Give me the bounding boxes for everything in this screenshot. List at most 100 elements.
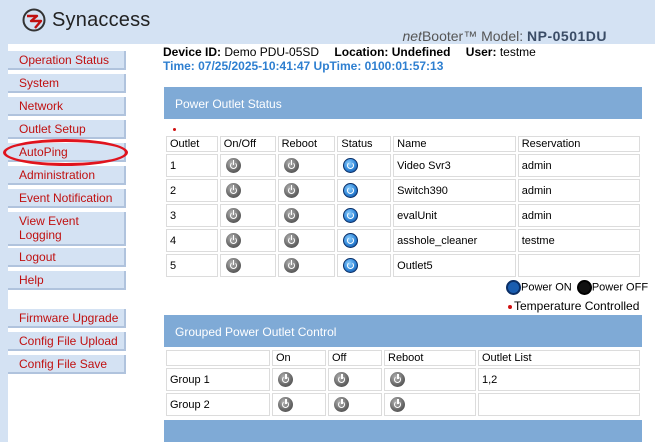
- table-row: 2 Switch390 admin: [166, 179, 640, 202]
- power-icon[interactable]: [283, 258, 299, 273]
- outlet-number: 5: [166, 254, 218, 277]
- grouped-control-title: Grouped Power Outlet Control: [164, 315, 642, 347]
- sidebar-item-system[interactable]: System: [8, 74, 126, 93]
- temperature-note: Temperature Controlled: [508, 299, 639, 313]
- col-header-reboot: Reboot: [277, 136, 336, 152]
- sidebar-item-config-file-upload[interactable]: Config File Upload: [8, 332, 126, 351]
- outlet-name: Video Svr3: [393, 154, 516, 177]
- power-icon[interactable]: [283, 183, 299, 198]
- col-header-on: On: [272, 350, 326, 366]
- power-icon[interactable]: [334, 372, 349, 387]
- sidebar-item-view-event-logging[interactable]: View Event Logging: [8, 212, 126, 246]
- onoff-cell: [219, 154, 276, 177]
- power-icon[interactable]: [283, 208, 299, 223]
- sidebar-item-operation-status[interactable]: Operation Status: [8, 51, 126, 70]
- col-header-outlet-list: Outlet List: [478, 350, 640, 366]
- status-on-icon: [343, 183, 359, 198]
- power-icon[interactable]: [278, 372, 293, 387]
- outlet-number: 2: [166, 179, 218, 202]
- outlet-status-table: Outlet On/Off Reboot Status Name Reserva…: [164, 134, 642, 279]
- reboot-cell: [277, 254, 336, 277]
- onoff-cell: [219, 229, 276, 252]
- sidebar-item-help[interactable]: Help: [8, 271, 126, 290]
- onoff-cell: [219, 179, 276, 202]
- status-on-icon: [343, 258, 359, 273]
- group-outlet-list: 1,2: [478, 368, 640, 391]
- power-on-legend-icon: [506, 280, 521, 295]
- onoff-cell: [219, 204, 276, 227]
- red-marker-dot: [173, 128, 176, 131]
- group-name: Group 1: [166, 368, 270, 391]
- temperature-dot-icon: [508, 304, 512, 309]
- power-off-legend-icon: [576, 280, 592, 295]
- power-icon[interactable]: [225, 183, 241, 198]
- col-header-reboot: Reboot: [384, 350, 476, 366]
- outlet-number: 1: [166, 154, 218, 177]
- group-outlet-list: [478, 393, 640, 416]
- power-icon[interactable]: [225, 158, 241, 173]
- outlet-name: asshole_cleaner: [393, 229, 516, 252]
- synaccess-logo-icon: [22, 8, 46, 32]
- model-label: Model:: [477, 28, 528, 44]
- table-row: 3 evalUnit admin: [166, 204, 640, 227]
- device-id-label: Device ID:: [163, 45, 222, 59]
- device-id-value: Demo PDU-05SD: [224, 45, 320, 59]
- power-off-legend-label: Power OFF: [591, 281, 649, 294]
- outlet-name: Switch390: [393, 179, 516, 202]
- col-header-group: [166, 350, 270, 366]
- outlet-reservation: admin: [517, 154, 640, 177]
- outlet-number: 3: [166, 204, 218, 227]
- sidebar-item-autoping[interactable]: AutoPing: [8, 143, 126, 162]
- outlet-reservation: admin: [517, 179, 640, 202]
- outlet-number: 4: [166, 229, 218, 252]
- status-cell: [337, 229, 392, 252]
- power-icon[interactable]: [283, 233, 299, 248]
- group-off-cell: [328, 368, 382, 391]
- sidebar-item-administration[interactable]: Administration: [8, 166, 126, 185]
- logo: Synaccess: [22, 8, 151, 32]
- power-icon[interactable]: [283, 158, 299, 173]
- power-icon[interactable]: [334, 397, 349, 412]
- power-icon[interactable]: [225, 208, 241, 223]
- power-icon[interactable]: [225, 258, 241, 273]
- power-icon[interactable]: [390, 397, 405, 412]
- table-row: 5 Outlet5: [166, 254, 640, 277]
- outlet-name: evalUnit: [393, 204, 516, 227]
- device-info-line: Device ID: Demo PDU-05SD Location: Undef…: [163, 45, 536, 59]
- reboot-cell: [277, 154, 336, 177]
- outlet-reservation: testme: [517, 229, 640, 252]
- logo-text: Synaccess: [52, 8, 151, 31]
- next-panel-bar: [164, 420, 642, 442]
- location-value: Undefined: [391, 45, 451, 59]
- status-cell: [337, 254, 392, 277]
- outlet-status-title: Power Outlet Status: [164, 87, 642, 119]
- table-row: 4 asshole_cleaner testme: [166, 229, 640, 252]
- col-header-off: Off: [328, 350, 382, 366]
- onoff-cell: [219, 254, 276, 277]
- group-name: Group 2: [166, 393, 270, 416]
- sidebar-item-config-file-save[interactable]: Config File Save: [8, 355, 126, 374]
- model-title: netBooter™ Model: NP-0501DU: [402, 28, 607, 44]
- status-cell: [337, 154, 392, 177]
- table-header-row: On Off Reboot Outlet List: [166, 350, 640, 366]
- table-row: Group 1 1,2: [166, 368, 640, 391]
- sidebar-item-firmware-upgrade[interactable]: Firmware Upgrade: [8, 309, 126, 328]
- power-icon[interactable]: [278, 397, 293, 412]
- power-icon[interactable]: [225, 233, 241, 248]
- grouped-control-table: On Off Reboot Outlet List Group 1 1,2 Gr…: [164, 348, 642, 418]
- sidebar-item-logout[interactable]: Logout: [8, 248, 126, 267]
- brand-name: Booter™: [421, 28, 478, 44]
- brand-prefix: net: [402, 28, 422, 44]
- col-header-status: Status: [337, 136, 392, 152]
- col-header-reservation: Reservation: [517, 136, 640, 152]
- col-header-name: Name: [393, 136, 516, 152]
- group-reboot-cell: [384, 368, 476, 391]
- power-icon[interactable]: [390, 372, 405, 387]
- status-cell: [337, 204, 392, 227]
- device-info: Device ID: Demo PDU-05SD Location: Undef…: [163, 45, 536, 73]
- sidebar-item-network[interactable]: Network: [8, 97, 126, 116]
- group-on-cell: [272, 368, 326, 391]
- sidebar-item-event-notification[interactable]: Event Notification: [8, 189, 126, 208]
- time-uptime: Time: 07/25/2025-10:41:47 UpTime: 0100:0…: [163, 59, 444, 73]
- sidebar-item-outlet-setup[interactable]: Outlet Setup: [8, 120, 126, 139]
